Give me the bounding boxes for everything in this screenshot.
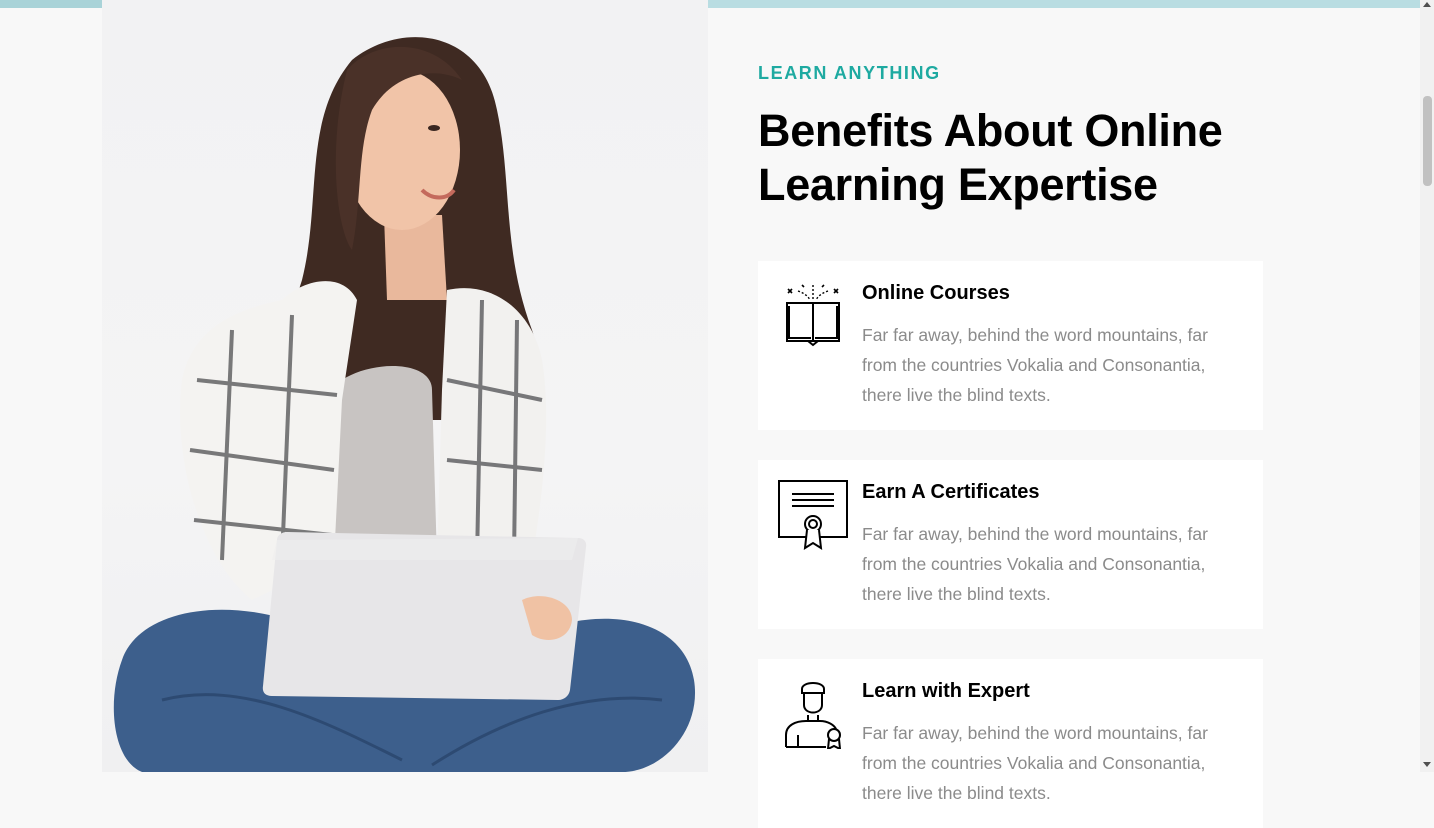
- certificate-icon: [778, 480, 848, 550]
- woman-illustration: [113, 37, 696, 772]
- feature-title: Earn A Certificates: [862, 481, 1040, 503]
- feature-card-expert: Learn with Expert Far far away, behind t…: [758, 659, 1263, 828]
- expert-icon: [785, 682, 842, 749]
- feature-title: Learn with Expert: [862, 680, 1030, 702]
- scrollbar-thumb[interactable]: [1423, 96, 1432, 186]
- feature-title: Online Courses: [862, 282, 1010, 304]
- feature-card-certificates: Earn A Certificates Far far away, behind…: [758, 460, 1263, 629]
- feature-description: Far far away, behind the word mountains,…: [862, 524, 1208, 604]
- page-scrollbar[interactable]: [1420, 0, 1434, 772]
- section-heading: Benefits About Online Learning Expertise: [758, 105, 1223, 210]
- top-accent-bar-left: [0, 0, 102, 8]
- scroll-down-arrow-icon[interactable]: [1423, 762, 1431, 767]
- woman-with-laptop-photo: [102, 0, 708, 772]
- section-subheading: LEARN ANYTHING: [758, 63, 941, 83]
- top-accent-bar-right: [708, 0, 1420, 8]
- feature-description: Far far away, behind the word mountains,…: [862, 325, 1208, 405]
- feature-description: Far far away, behind the word mountains,…: [862, 723, 1208, 803]
- open-book-icon: [786, 284, 840, 347]
- scroll-up-arrow-icon[interactable]: [1423, 2, 1431, 7]
- feature-card-online-courses: Online Courses Far far away, behind the …: [758, 261, 1263, 430]
